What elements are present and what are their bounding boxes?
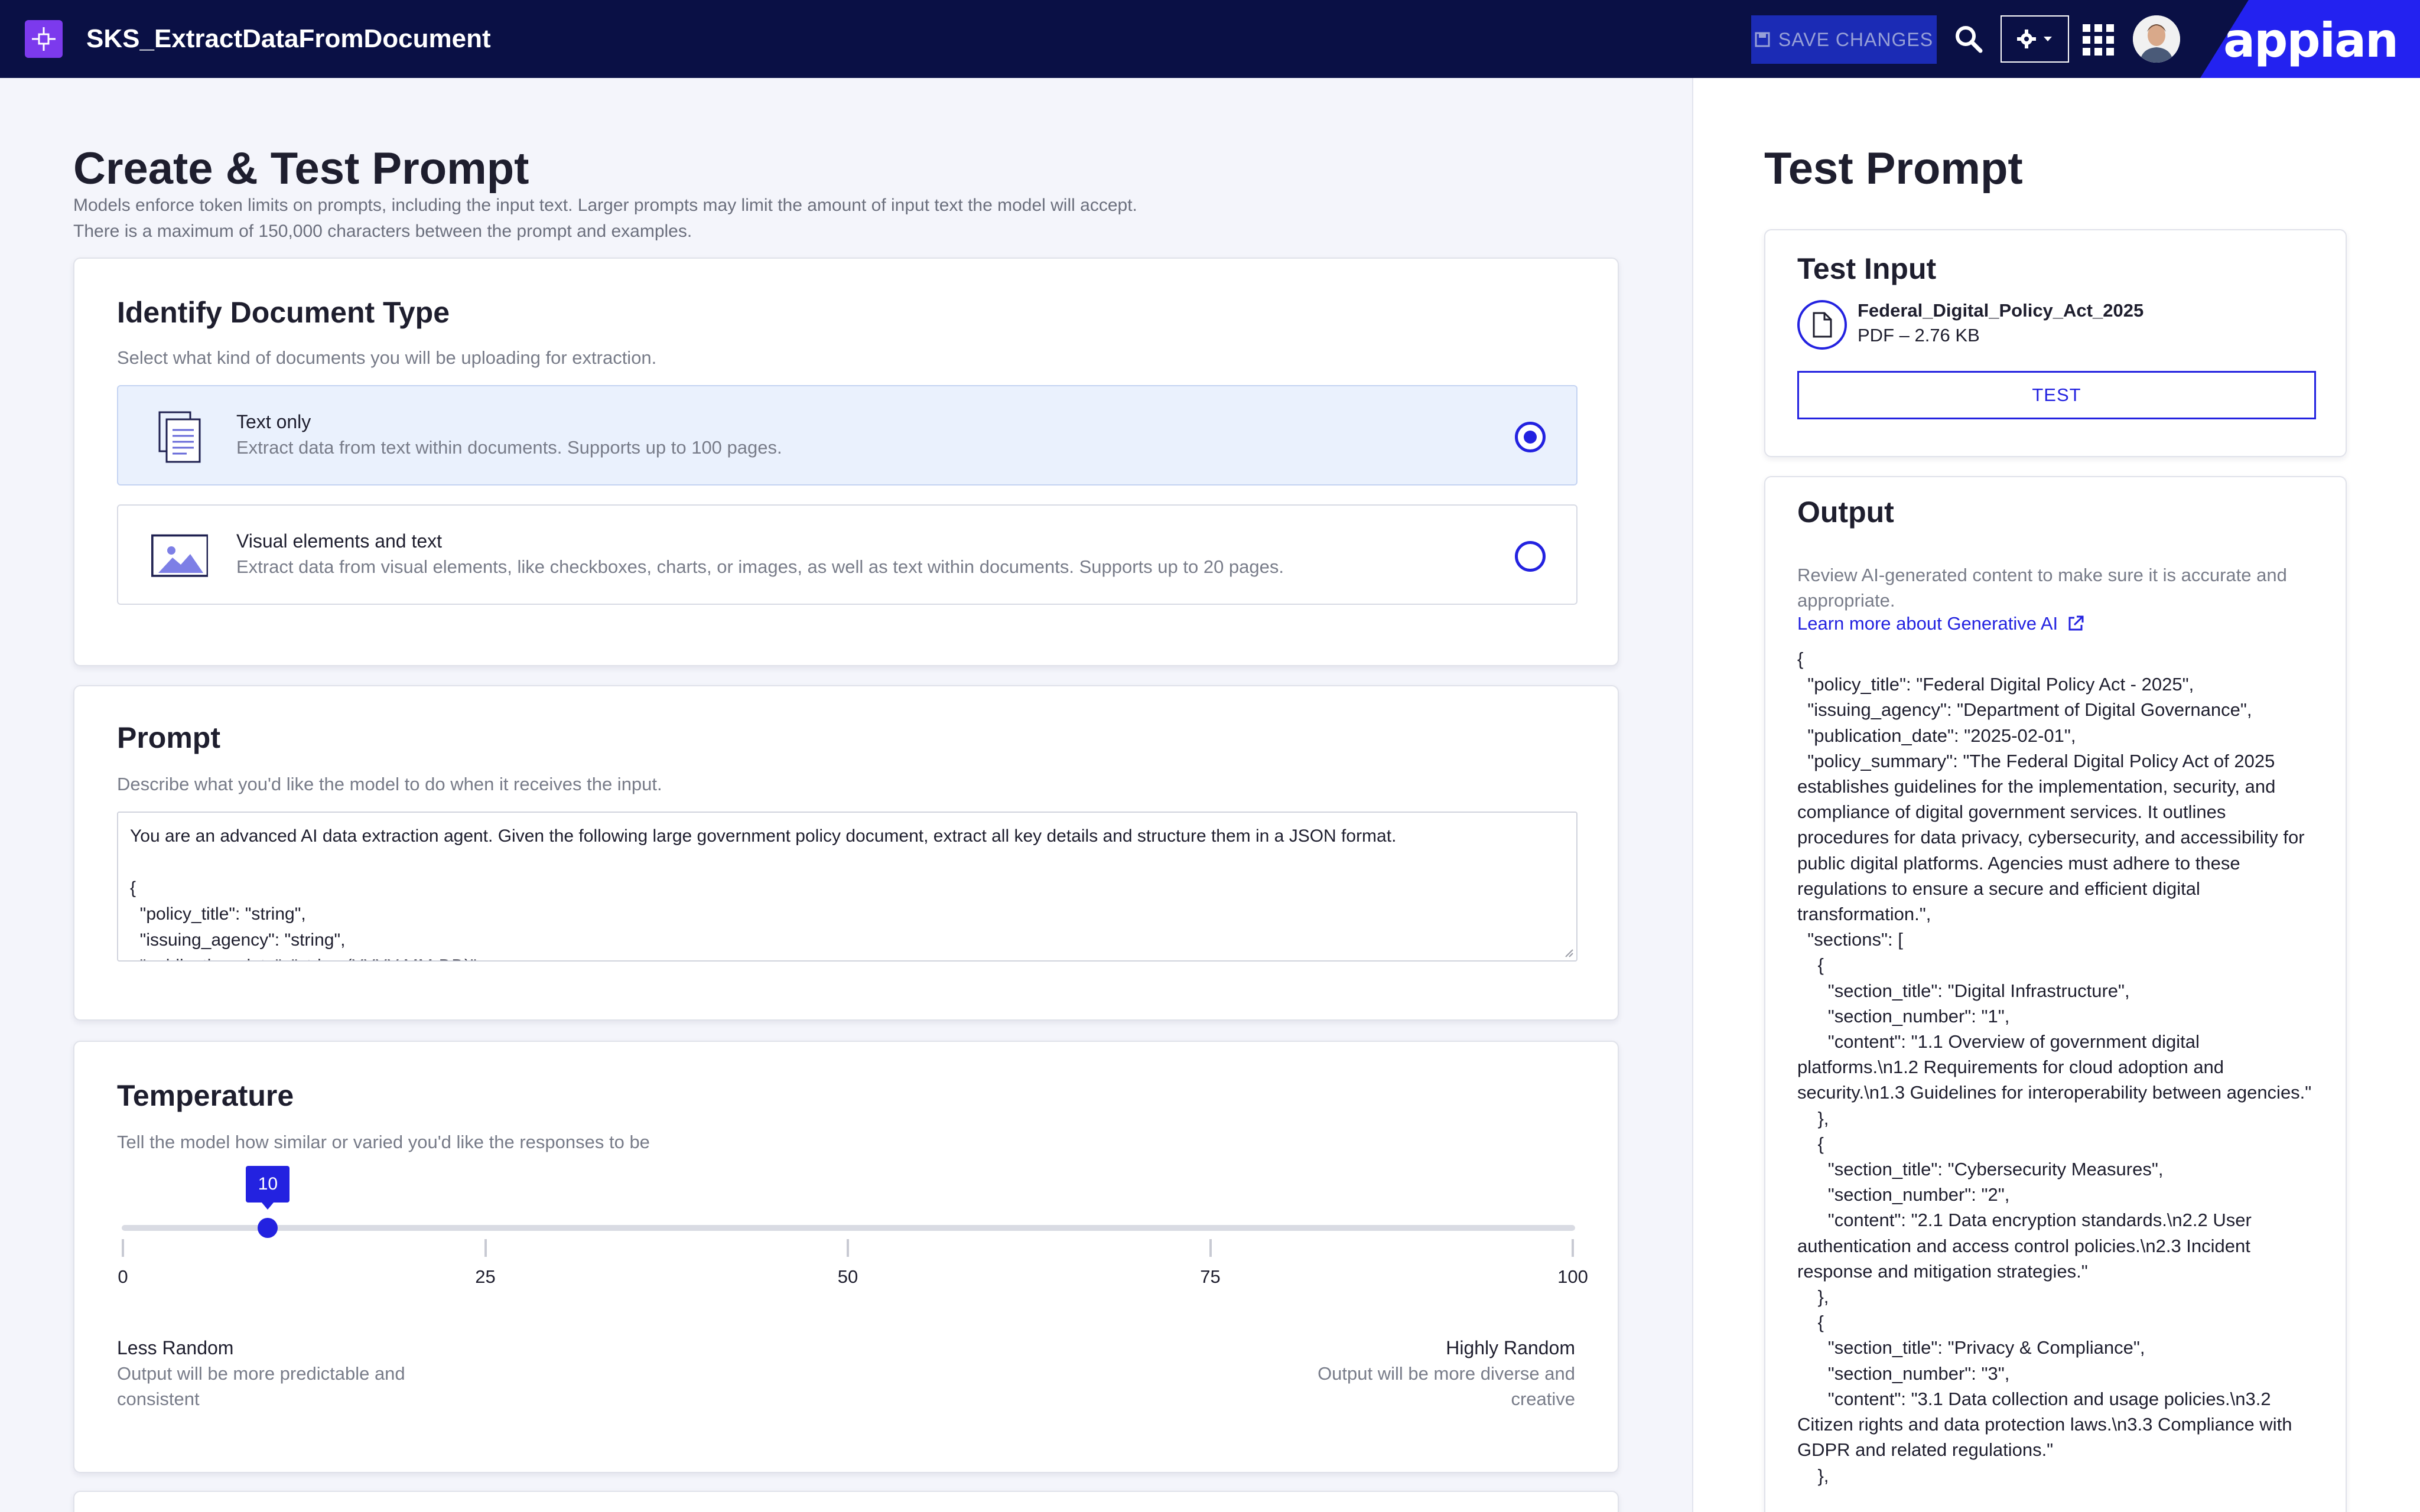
prompt-card: Prompt Describe what you'd like the mode… <box>73 685 1619 1021</box>
document-type-description: Select what kind of documents you will b… <box>117 347 657 368</box>
settings-menu-button[interactable] <box>2001 15 2069 63</box>
option-text-only-label: Text only <box>236 411 311 432</box>
next-card <box>73 1491 1619 1512</box>
test-input-title: Test Input <box>1797 252 1937 285</box>
avatar[interactable] <box>2133 15 2180 63</box>
output-description: Review AI-generated content to make sure… <box>1797 565 2287 611</box>
document-type-title: Identify Document Type <box>117 296 450 329</box>
save-changes-label: SAVE CHANGES <box>1778 28 1934 50</box>
slider-tick-label: 100 <box>1557 1266 1588 1287</box>
slider-tick <box>484 1239 487 1257</box>
slider-tick <box>122 1239 124 1257</box>
prompt-text: You are an advanced AI data extraction a… <box>130 826 1397 960</box>
slider-thumb[interactable] <box>258 1218 278 1238</box>
page-title: Create & Test Prompt <box>73 144 529 194</box>
radio-selected-dot <box>1524 431 1537 444</box>
slider-tick <box>1572 1239 1574 1257</box>
apps-grid-icon[interactable] <box>2082 24 2114 56</box>
test-button[interactable]: TEST <box>1797 371 2316 419</box>
external-link-icon <box>2068 615 2084 631</box>
document-type-card: Identify Document Type Select what kind … <box>73 258 1619 666</box>
gear-icon <box>2017 30 2036 48</box>
search-button[interactable] <box>1950 20 1988 58</box>
slider-tick <box>847 1239 849 1257</box>
option-visual-elements-description: Extract data from visual elements, like … <box>236 556 1284 577</box>
save-changes-button[interactable]: SAVE CHANGES <box>1751 15 1937 64</box>
option-visual-elements-radio[interactable] <box>1515 541 1546 572</box>
slider-tick-label: 0 <box>118 1266 128 1287</box>
highly-random-label: Highly Random <box>1446 1337 1575 1358</box>
prompt-description: Describe what you'd like the model to do… <box>117 774 662 794</box>
slider-tick <box>1209 1239 1212 1257</box>
less-random-description: Output will be more predictable and cons… <box>117 1363 405 1409</box>
top-bar: SKS_ExtractDataFromDocument SAVE CHANGES <box>0 0 2420 78</box>
test-input-card: Test Input Federal_Digital_Policy_Act_20… <box>1764 229 2347 457</box>
highly-random-description: Output will be more diverse and creative <box>1318 1363 1575 1409</box>
test-file-name[interactable]: Federal_Digital_Policy_Act_2025 <box>1858 300 2143 321</box>
slider-tick-label: 25 <box>475 1266 496 1287</box>
output-title: Output <box>1797 496 1894 529</box>
slider-track[interactable] <box>122 1225 1575 1231</box>
chevron-down-icon <box>2044 37 2052 41</box>
file-icon <box>1797 300 1847 350</box>
test-prompt-title: Test Prompt <box>1764 144 2023 194</box>
save-icon <box>1755 32 1770 47</box>
resize-handle-icon[interactable] <box>1562 946 1574 958</box>
option-text-only-description: Extract data from text within documents.… <box>236 437 782 458</box>
app-title: SKS_ExtractDataFromDocument <box>86 24 491 53</box>
option-visual-elements-label: Visual elements and text <box>236 530 443 552</box>
learn-more-link[interactable]: Learn more about Generative AI <box>1797 613 2085 634</box>
temperature-description: Tell the model how similar or varied you… <box>117 1132 650 1152</box>
page-description-line-2: There is a maximum of 150,000 characters… <box>73 221 692 241</box>
image-icon <box>151 534 208 577</box>
prompt-title: Prompt <box>117 721 220 754</box>
page-description-line-1: Models enforce token limits on prompts, … <box>73 195 1137 215</box>
option-text-only-radio[interactable] <box>1515 422 1546 452</box>
app-logo-icon[interactable] <box>25 20 63 58</box>
option-text-only[interactable]: Text only Extract data from text within … <box>117 385 1577 485</box>
slider-value-tooltip: 10 <box>246 1166 290 1210</box>
temperature-card: Temperature Tell the model how similar o… <box>73 1041 1619 1473</box>
slider-tick-label: 75 <box>1200 1266 1221 1287</box>
less-random-label: Less Random <box>117 1337 234 1358</box>
temperature-title: Temperature <box>117 1079 294 1112</box>
page-description: Models enforce token limits on prompts, … <box>73 193 1137 245</box>
output-card: Output Review AI-generated content to ma… <box>1764 476 2347 1512</box>
output-text: { "policy_title": "Federal Digital Polic… <box>1797 649 2312 1486</box>
brand-text: appian <box>2223 13 2399 68</box>
slider-tick-label: 50 <box>837 1266 858 1287</box>
search-icon <box>1956 26 1983 53</box>
option-visual-elements[interactable]: Visual elements and text Extract data fr… <box>117 504 1577 605</box>
brand-logo: appian <box>2200 0 2420 78</box>
prompt-textarea[interactable]: You are an advanced AI data extraction a… <box>117 812 1577 962</box>
test-file-meta: PDF – 2.76 KB <box>1858 325 1980 346</box>
learn-more-label: Learn more about Generative AI <box>1797 613 2058 634</box>
document-text-icon <box>158 411 201 463</box>
